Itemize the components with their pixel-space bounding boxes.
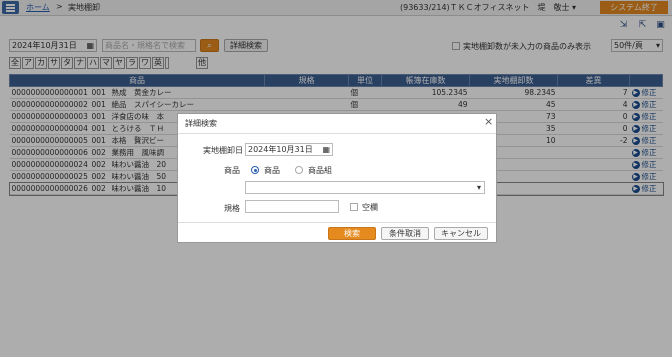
dialog-date-value: 2024年10月31日	[248, 145, 313, 154]
radio-product-group[interactable]	[295, 166, 303, 174]
product-label: 商品	[224, 166, 240, 175]
radio-product-label: 商品	[264, 166, 280, 175]
chevron-down-icon: ▾	[476, 183, 481, 192]
cancel-button[interactable]: キャンセル	[434, 227, 488, 240]
search-button[interactable]: 検索	[328, 227, 376, 240]
spec-label: 規格	[224, 204, 240, 213]
empty-label: 空欄	[362, 203, 378, 212]
date-label: 実地棚卸日	[203, 146, 243, 155]
empty-checkbox[interactable]	[350, 203, 358, 211]
dialog-footer-divider	[178, 222, 496, 223]
spec-input[interactable]	[245, 200, 339, 213]
product-select[interactable]: ▾	[245, 181, 485, 194]
calendar-icon[interactable]: ▦	[322, 144, 330, 155]
close-icon[interactable]: ×	[484, 115, 493, 128]
dialog-divider	[178, 133, 496, 134]
detail-search-dialog: 詳細検索 × 実地棚卸日 2024年10月31日 ▦ 商品 商品 商品組 ▾ 規格…	[177, 113, 497, 243]
dialog-title: 詳細検索	[185, 119, 217, 128]
radio-product[interactable]	[251, 166, 259, 174]
dialog-date-field[interactable]: 2024年10月31日 ▦	[245, 143, 333, 156]
clear-conditions-button[interactable]: 条件取消	[381, 227, 429, 240]
radio-product-group-label: 商品組	[308, 166, 332, 175]
